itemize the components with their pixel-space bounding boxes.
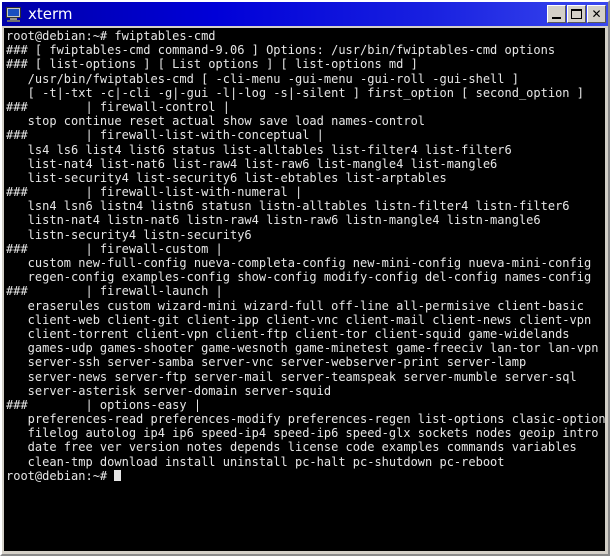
terminal-line: listn-nat4 listn-nat6 listn-raw4 listn-r… <box>6 213 541 228</box>
terminal-line: server-ssh server-samba server-vnc serve… <box>6 355 527 370</box>
terminal-line: games-udp games-shooter game-wesnoth gam… <box>6 341 599 356</box>
terminal-line: eraserules custom wizard-mini wizard-ful… <box>6 298 584 313</box>
terminal-line: ### | firewall-launch | <box>6 284 223 299</box>
window-title: xterm <box>28 5 73 23</box>
shell-prompt: root@debian:~# <box>6 468 115 483</box>
terminal-line: ### [ list-options ] [ List options ] [ … <box>6 57 418 72</box>
terminal-line: lsn4 lsn6 listn4 listn6 statusn listn-al… <box>6 199 570 214</box>
terminal-line: ### | firewall-control | <box>6 99 230 114</box>
terminal-line: client-torrent client-vpn client-ftp cli… <box>6 326 570 341</box>
terminal-line: stop continue reset actual show save loa… <box>6 114 426 129</box>
terminal-line: list-nat4 list-nat6 list-raw4 list-raw6 … <box>6 156 498 171</box>
titlebar-left: xterm <box>5 6 547 23</box>
terminal-line: ### | firewall-list-with-conceptual | <box>6 128 324 143</box>
terminal-line: filelog autolog ip4 ip6 speed-ip4 speed-… <box>6 426 599 441</box>
terminal-line: ### | firewall-custom | <box>6 241 223 256</box>
minimize-button[interactable] <box>547 5 566 23</box>
terminal-line: root@debian:~# fwiptables-cmd <box>6 29 216 43</box>
terminal-line: regen-config examples-config show-config… <box>6 270 592 285</box>
terminal-output[interactable]: root@debian:~# fwiptables-cmd ### [ fwipt… <box>4 28 605 551</box>
terminal-frame: root@debian:~# fwiptables-cmd ### [ fwipt… <box>2 26 608 554</box>
terminal-line: custom new-full-config nueva-completa-co… <box>6 256 592 270</box>
computer-monitor-icon <box>5 6 23 23</box>
maximize-icon <box>571 9 582 19</box>
terminal-line: date free ver version notes depends lice… <box>6 440 577 455</box>
text-cursor <box>114 469 122 481</box>
close-button[interactable]: ✕ <box>587 5 606 23</box>
terminal-line: ls4 ls6 list4 list6 status list-alltable… <box>6 142 512 157</box>
window-controls: ✕ <box>547 5 607 23</box>
terminal-line: ### | options-easy | <box>6 397 202 412</box>
close-icon: ✕ <box>591 7 602 21</box>
terminal-line: server-asterisk server-domain server-squ… <box>6 383 332 398</box>
maximize-button[interactable] <box>567 5 586 23</box>
terminal-line: /usr/bin/fwiptables-cmd [ -cli-menu -gui… <box>6 71 519 86</box>
minimize-icon <box>552 17 561 19</box>
terminal-line: client-web client-git client-ipp client-… <box>6 312 592 327</box>
xterm-window: xterm ✕ root@debian:~# fwiptables-cmd ###… <box>0 0 610 556</box>
terminal-line: preferences-read preferences-modify pref… <box>6 412 605 427</box>
terminal-line: [ -t|-txt -c|-cli -g|-gui -l|-log -s|-si… <box>6 85 584 100</box>
terminal-line: list-security4 list-security6 list-ebtab… <box>6 170 447 185</box>
terminal-line: ### [ fwiptables-cmd command-9.06 ] Opti… <box>6 43 556 58</box>
terminal-line: listn-security4 listn-security6 <box>6 227 252 242</box>
terminal-line: ### | firewall-list-with-numeral | <box>6 185 303 200</box>
terminal-line: server-news server-ftp server-mail serve… <box>6 369 577 384</box>
terminal-line: clean-tmp download install uninstall pc-… <box>6 454 505 469</box>
terminal-prompt-line: root@debian:~# <box>6 469 605 483</box>
window-titlebar[interactable]: xterm ✕ <box>2 2 608 26</box>
